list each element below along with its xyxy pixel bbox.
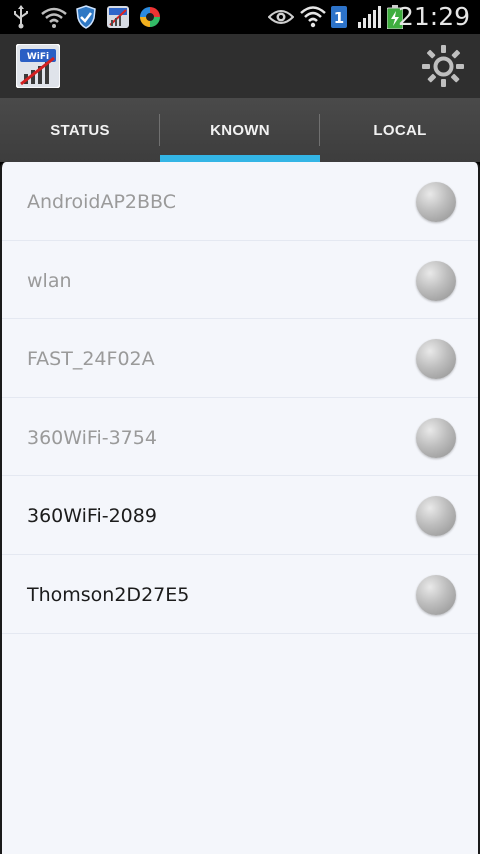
gear-icon [422,45,464,87]
network-radio[interactable] [416,182,456,222]
network-ssid: Thomson2D27E5 [27,583,190,606]
tab-known-label: KNOWN [210,121,270,139]
network-radio[interactable] [416,339,456,380]
svg-text:1: 1 [334,9,344,27]
status-bar: 1 21:29 [0,0,480,34]
list-item[interactable]: FAST_24F02A [2,319,478,398]
settings-button[interactable] [420,43,466,89]
action-bar: WiFi [0,34,480,98]
list-item[interactable]: AndroidAP2BBC [2,162,478,241]
clock: 21:29 [397,2,470,31]
tab-status-label: STATUS [50,121,110,139]
logo-text: WiFi [27,52,49,62]
list-item[interactable]: wlan [2,241,478,320]
network-radio[interactable] [416,260,456,301]
known-networks-panel: AndroidAP2BBC wlan FAST_24F02A 360WiFi-3… [0,162,480,854]
eye-icon [268,4,294,30]
list-item[interactable]: Thomson2D27E5 [2,555,478,634]
shield-icon [74,4,98,30]
tab-local[interactable]: LOCAL [320,98,480,162]
known-networks-list: AndroidAP2BBC wlan FAST_24F02A 360WiFi-3… [2,162,478,634]
wifi-signal-icon [300,4,326,30]
list-item[interactable]: 360WiFi-3754 [2,398,478,477]
network-ssid: 360WiFi-2089 [27,505,157,528]
sync-app-icon [138,4,162,30]
tab-known[interactable]: KNOWN [160,98,320,162]
tab-local-label: LOCAL [373,121,427,139]
wifi-open-icon [40,4,68,30]
cell-signal-icon [356,4,382,30]
network-ssid: 360WiFi-3754 [27,426,157,449]
network-ssid: wlan [27,269,72,292]
list-item[interactable]: 360WiFi-2089 [2,476,478,555]
tab-status[interactable]: STATUS [0,98,160,162]
network-ssid: AndroidAP2BBC [27,191,177,213]
usb-icon [10,4,32,30]
network-radio[interactable] [416,574,456,615]
network-ssid: FAST_24F02A [27,348,155,371]
tab-bar: STATUS KNOWN LOCAL [0,98,480,162]
network-radio[interactable] [416,417,456,458]
app-logo[interactable]: WiFi [15,43,61,89]
wifi-app-icon [106,4,130,30]
sim-1-icon: 1 [330,4,348,30]
network-radio[interactable] [416,496,456,537]
